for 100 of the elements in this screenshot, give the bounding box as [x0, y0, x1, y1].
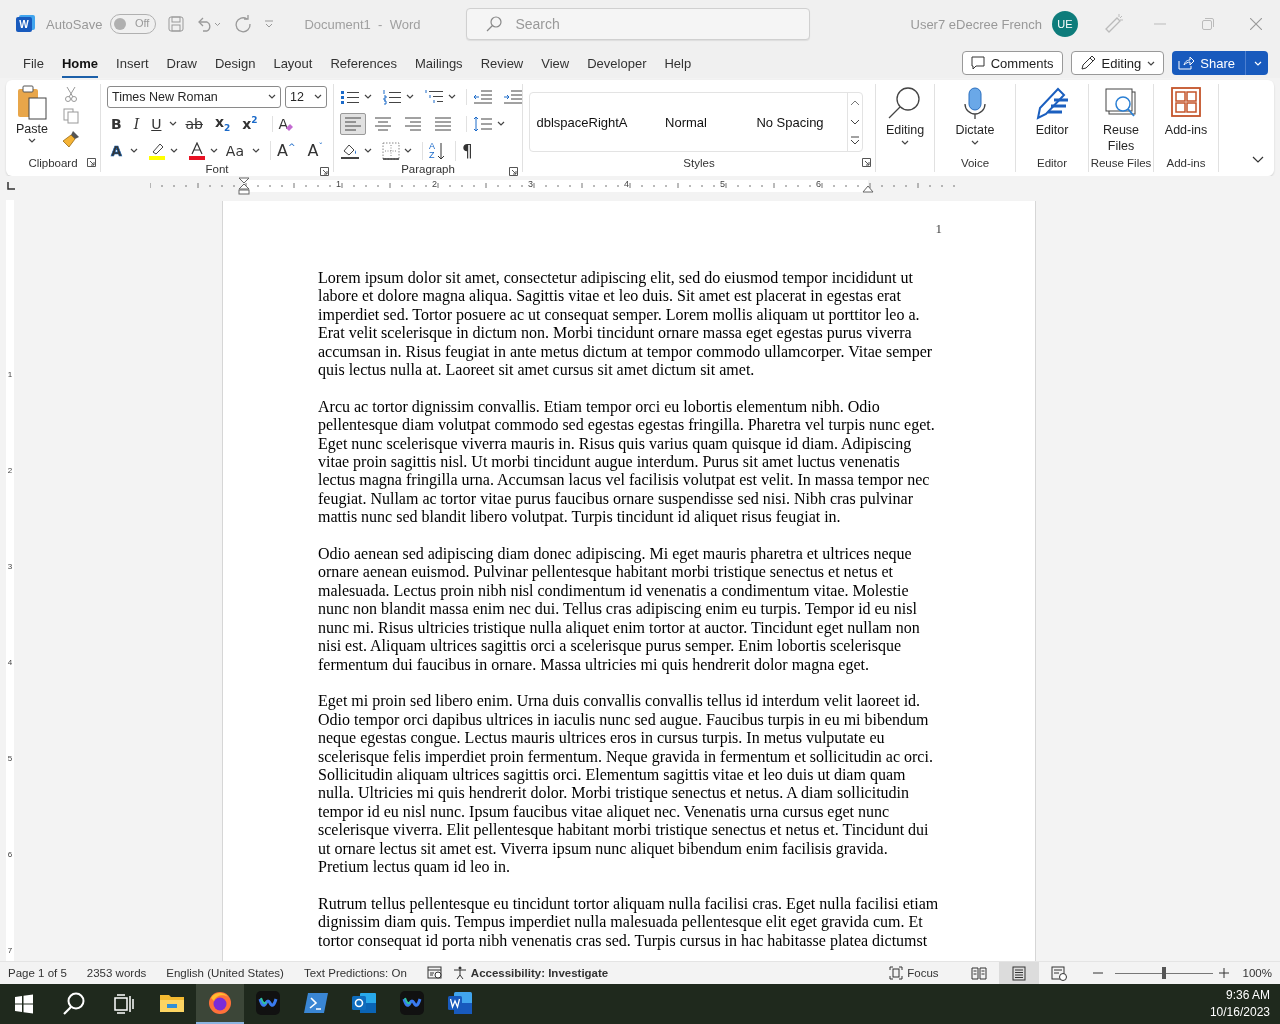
pencil-icon: [1079, 55, 1096, 71]
status-item[interactable]: Text Predictions: On: [303, 967, 407, 979]
user-avatar[interactable]: UE: [1052, 11, 1078, 37]
menu-tab[interactable]: Design: [205, 51, 265, 75]
sort-button[interactable]: A Z: [422, 141, 445, 160]
caret-icon[interactable]: [169, 121, 178, 126]
paste-button[interactable]: Paste: [12, 84, 52, 154]
change-case-button[interactable]: Aa: [221, 142, 248, 159]
highlighter-icon[interactable]: [147, 141, 166, 160]
menu-tab[interactable]: File: [14, 51, 53, 75]
document-stats-icon[interactable]: [426, 966, 443, 980]
show-formatting-button[interactable]: ¶: [455, 140, 477, 161]
collapse-ribbon-icon[interactable]: [1252, 156, 1264, 164]
body-paragraph: Arcu ac tortor dignissim convallis. Etiam tempor orci eu lobortis elementum nibh. Odio pellentesque diam volutpat commodo sed egestas egestas fringilla. Pharetra vel turpis nunc eget. Eget nunc scelerisque viverra mauris in. Risus quis varius quam quisque id diam. Adipiscing vitae proin sagittis nisl. Ut morbi tincidunt augue interdum. Purus sit amet luctus venenatis lectus magna fringilla urna. Accumsan lacus vel facilisis volutpat est velit. In massa tempor nec feugiat. Nullam ac tortor vitae purus faucibus ornare suspendisse sed nisi. Nibh cras pulvinar mattis nunc sed blandit libero volutpat. Turpis tincidunt id aliquet risus feugiat in.: [318, 397, 936, 527]
add-ins-button[interactable]: Add-ins: [1160, 86, 1212, 154]
dictate-button[interactable]: Dictate: [951, 86, 999, 154]
numbering-icon[interactable]: [382, 88, 402, 105]
editor-button[interactable]: Editor: [1030, 86, 1074, 154]
menu-tab[interactable]: Layout: [264, 51, 322, 75]
style-item[interactable]: No Spacing: [738, 94, 842, 150]
task-view-icon[interactable]: [114, 994, 134, 1014]
search-icon[interactable]: [62, 992, 86, 1016]
indent-marker-icon[interactable]: [238, 177, 250, 195]
caret-icon[interactable]: [448, 94, 456, 99]
dialog-launcher-icon[interactable]: [320, 167, 329, 176]
ruler-number: 6: [816, 179, 821, 189]
menu-tab[interactable]: Draw: [157, 51, 206, 75]
body-paragraph: Odio aenean sed adipiscing diam donec adipiscing. Mi eget mauris pharetra et ultrices neque ornare aenean euismod. Pulvinar pellentesque habitant morbi tristique senectus et netus et malesuada. Lectus proin nibh nisl condimentum id venenatis a condimentum vitae. Molestie nunc non blandit massa enim nec dui. Tellus cras adipiscing enim eu turpis. Tempor id eu nisl nunc mi. Risus ultricies tristique nulla aliquet enim tortor at auctor. Tincidunt eget nullam non nisi est. Aliquam ultrices sagittis orci a scelerisque purus semper. Enim lobortis scelerisque fermentum dui faucibus in ornare. Massa ultricies mi quis hendrerit dolor magna eget.: [318, 545, 921, 674]
zoom-in-icon[interactable]: [1218, 968, 1229, 978]
caret-icon[interactable]: [364, 94, 372, 99]
menu-tab[interactable]: Insert: [107, 51, 158, 75]
editing-mode-button[interactable]: Editing: [1070, 51, 1165, 75]
caret-icon[interactable]: [252, 148, 260, 153]
bold-button[interactable]: B: [107, 115, 126, 132]
ruler-number: 4: [7, 658, 13, 667]
group-label: Font: [205, 163, 229, 175]
subscript-button[interactable]: x$_{2}$: [210, 114, 235, 133]
reuse-files-button[interactable]: Reuse Files: [1095, 86, 1147, 154]
start-icon[interactable]: [14, 994, 34, 1014]
right-indent-marker-icon[interactable]: [862, 183, 874, 193]
font-size-field[interactable]: 12: [285, 85, 327, 108]
comments-button[interactable]: Comments: [961, 51, 1063, 75]
dialog-launcher-icon[interactable]: [862, 158, 871, 167]
dialog-launcher-icon[interactable]: [509, 167, 518, 176]
taskbar-app-button[interactable]: [196, 984, 244, 1024]
menu-tab[interactable]: Home: [52, 51, 108, 75]
caret-icon[interactable]: [497, 121, 505, 126]
focus-button[interactable]: Focus: [889, 966, 939, 980]
tab-stop-icon[interactable]: [7, 182, 15, 190]
italic-button[interactable]: I: [129, 115, 144, 132]
zoom-slider-thumb[interactable]: [1161, 967, 1166, 979]
strikethrough-button[interactable]: ab: [181, 115, 207, 132]
increase-indent-icon[interactable]: [503, 88, 523, 105]
caret-icon[interactable]: [364, 148, 372, 153]
style-item[interactable]: dblspaceRightA: [530, 94, 634, 150]
align-left-icon[interactable]: [340, 112, 366, 135]
style-item[interactable]: Normal: [634, 94, 738, 150]
caret-icon[interactable]: [404, 148, 412, 153]
zoom-level[interactable]: 100%: [1242, 967, 1272, 979]
caret-icon[interactable]: [406, 94, 414, 99]
search-field[interactable]: Search: [466, 8, 811, 40]
menu-tab[interactable]: Review: [471, 51, 533, 75]
grow-font-button[interactable]: A$^{^}$: [270, 141, 300, 160]
paintbrush-icon[interactable]: [62, 130, 80, 148]
menu-tab[interactable]: References: [321, 51, 406, 75]
user-name: User7 eDecree French: [910, 16, 1042, 32]
dialog-launcher-icon[interactable]: [87, 158, 96, 167]
font-color-icon[interactable]: [187, 141, 206, 160]
group-label: Clipboard: [28, 157, 78, 169]
menu-tab[interactable]: Developer: [578, 51, 656, 75]
group-label: Add-ins: [1166, 157, 1206, 169]
menu-tab[interactable]: Mailings: [405, 51, 472, 75]
autosave-label: AutoSave: [46, 16, 103, 32]
superscript-button[interactable]: x$^{2}$: [238, 115, 262, 132]
ruler-number: 4: [624, 179, 629, 189]
editing-button[interactable]: Editing: [881, 86, 929, 154]
text-effects-button[interactable]: A: [107, 142, 126, 159]
clock-date[interactable]: 10/16/2023: [1209, 1004, 1270, 1021]
clock-time[interactable]: 9:36 AM: [1225, 987, 1270, 1004]
menu-tab[interactable]: View: [532, 51, 579, 75]
status-item[interactable]: 2353 words: [86, 967, 147, 979]
bullets-icon[interactable]: [340, 88, 360, 105]
status-item[interactable]: English (United States): [166, 967, 284, 979]
multilevel-list-icon[interactable]: [424, 88, 444, 105]
menu-tab[interactable]: Help: [655, 51, 701, 75]
accessibility-status[interactable]: Accessibility: Investigate: [452, 966, 609, 980]
shrink-font-button[interactable]: A$^{ˇ}$: [303, 141, 327, 160]
underline-button[interactable]: U: [147, 115, 166, 132]
share-button[interactable]: Share: [1172, 51, 1268, 75]
borders-icon[interactable]: [382, 141, 400, 160]
caret-icon[interactable]: [129, 148, 138, 153]
grid-icon: [1168, 86, 1204, 120]
decrease-indent-icon[interactable]: [466, 88, 493, 105]
clear-formatting-button[interactable]: A: [271, 115, 299, 132]
caret-icon[interactable]: [169, 148, 178, 153]
font-name-field[interactable]: Times New Roman: [107, 85, 281, 108]
print-layout-button[interactable]: [998, 962, 1039, 984]
caret-icon[interactable]: [209, 148, 218, 153]
page-number: 1: [934, 221, 942, 237]
status-item[interactable]: Page 1 of 5: [8, 967, 67, 979]
